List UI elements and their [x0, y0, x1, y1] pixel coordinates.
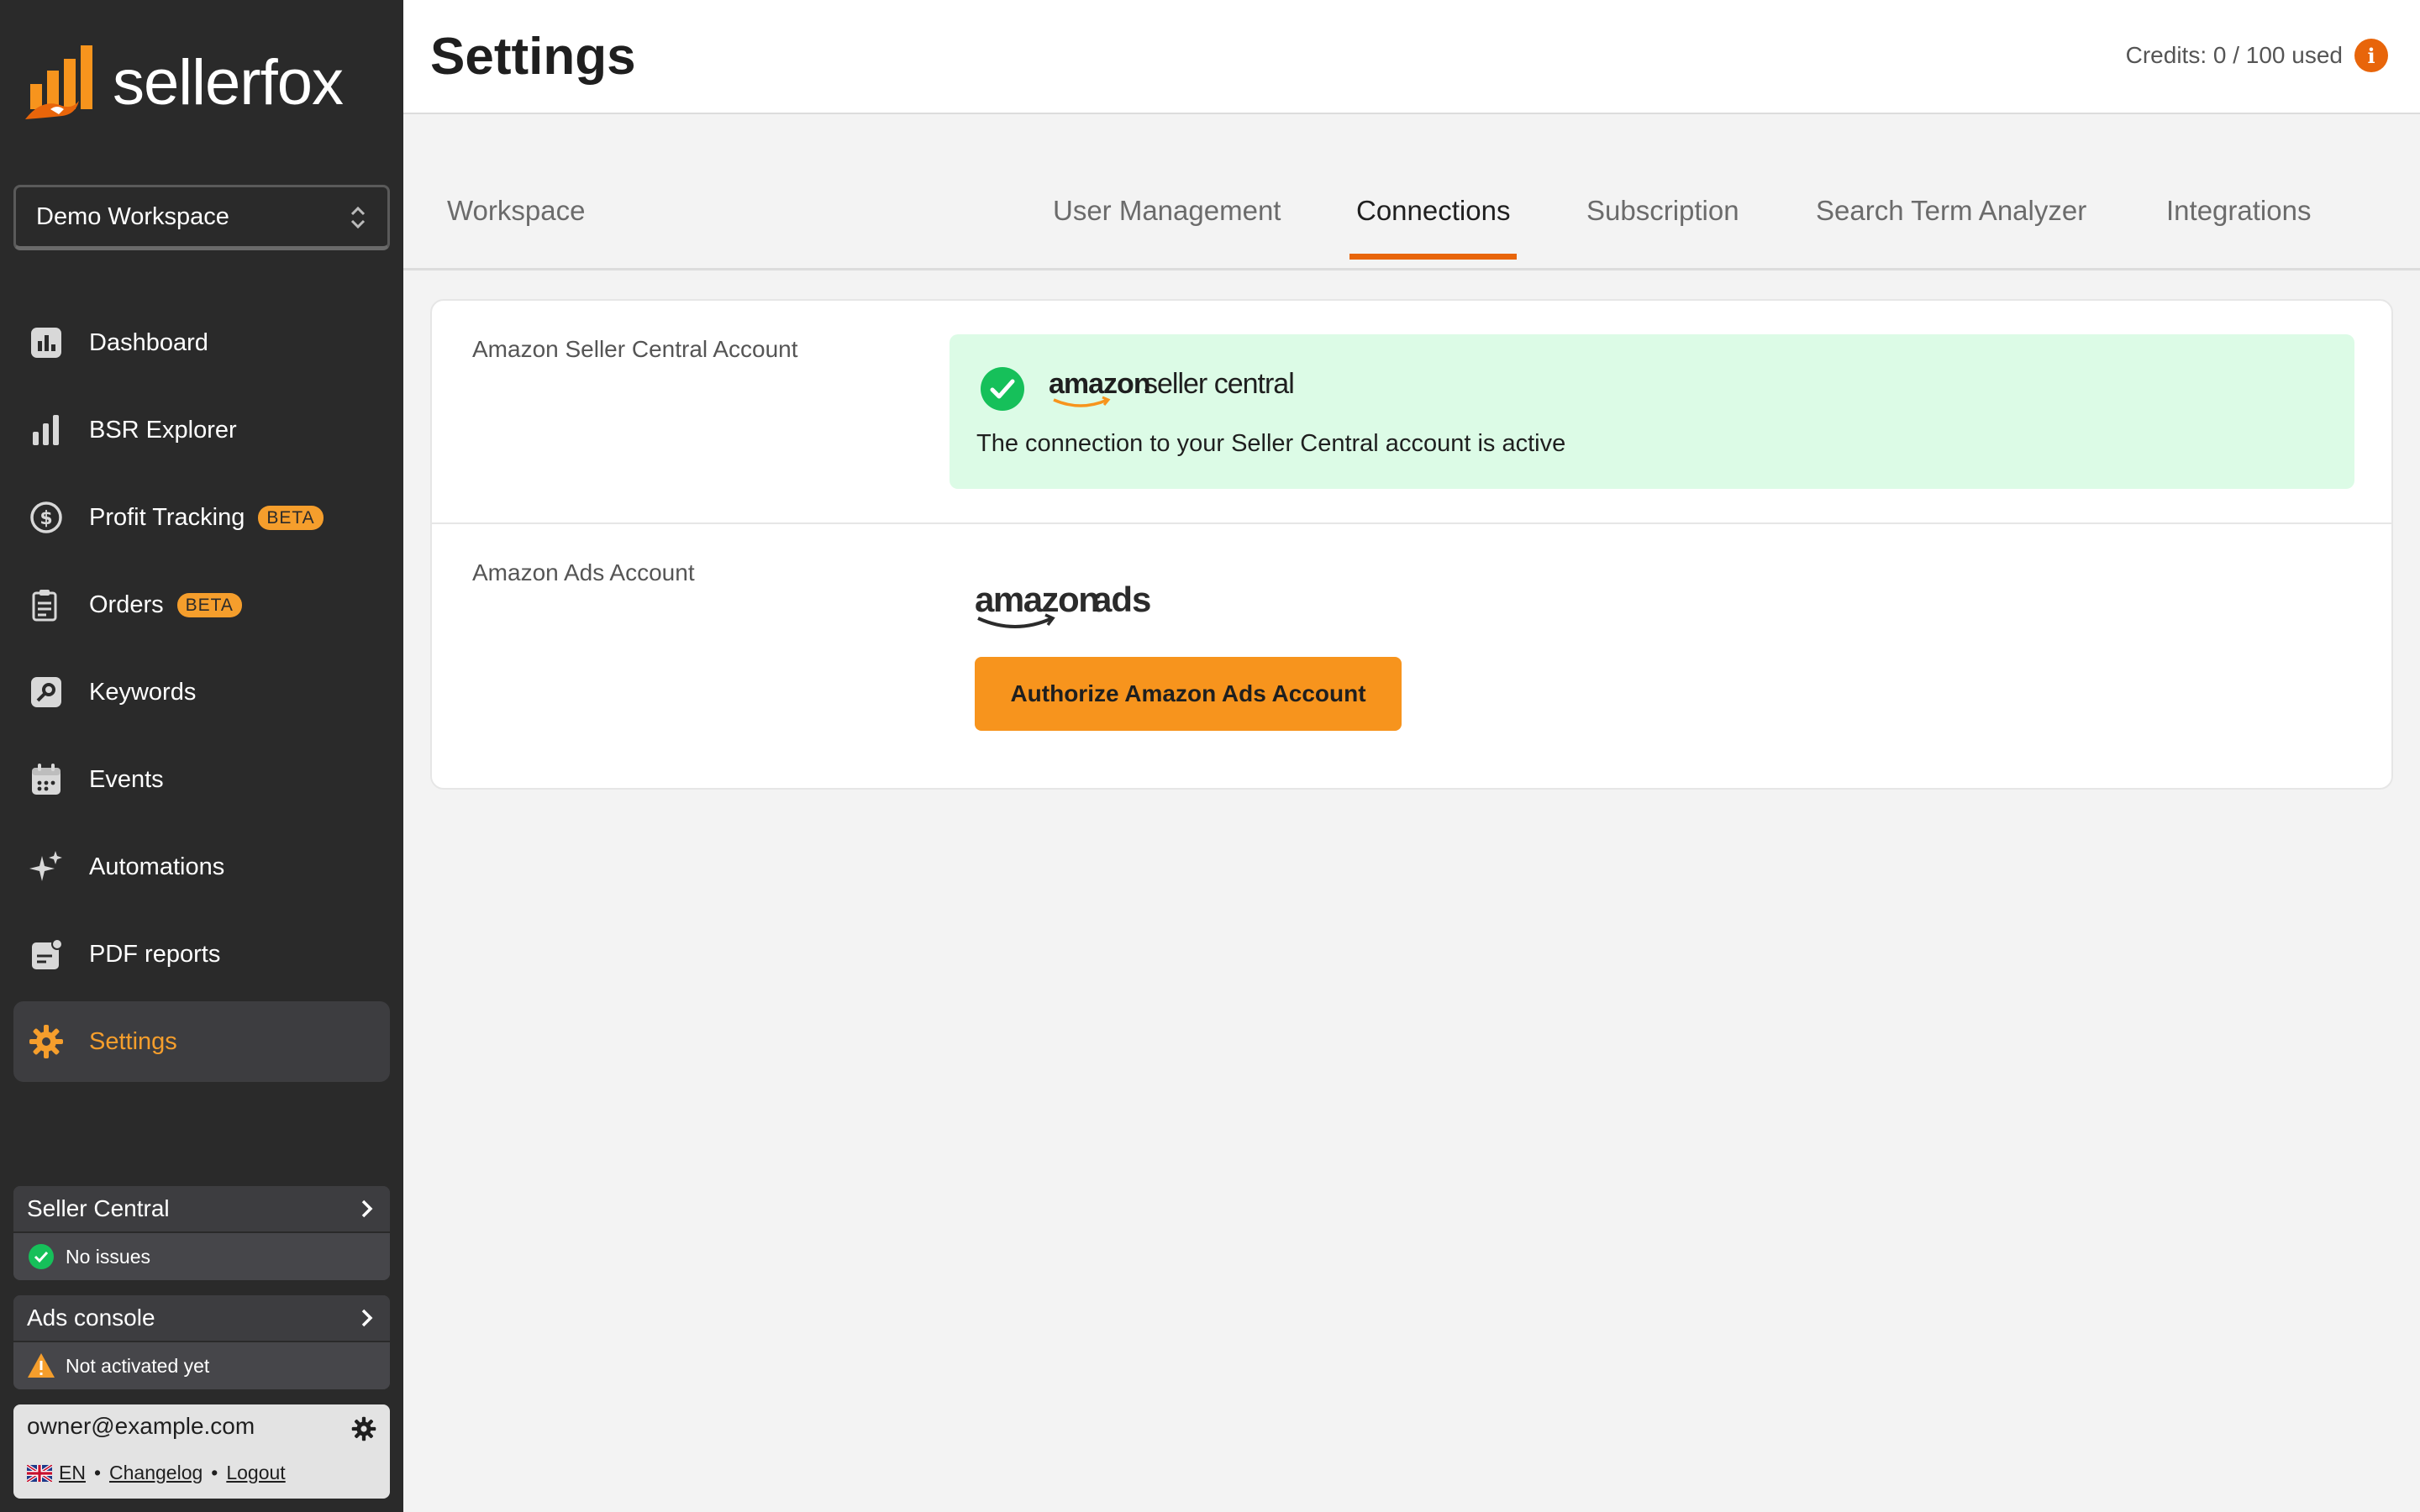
seller-central-label: Amazon Seller Central Account [472, 336, 798, 362]
gear-icon [29, 1024, 64, 1059]
dollar-icon: $ [29, 500, 64, 535]
key-icon [29, 675, 64, 710]
user-email: owner@example.com [27, 1413, 255, 1439]
calendar-icon [29, 762, 64, 797]
sparkles-icon [29, 849, 64, 885]
amazon-seller-central-logo: amazon seller central [1049, 368, 1295, 407]
brand-logo[interactable]: sellerfox [25, 40, 344, 124]
user-card: owner@example.com EN • Changelog • Logou… [13, 1404, 390, 1499]
sidebar-item-label: PDF reports [89, 940, 221, 968]
sidebar-item-label: BSR Explorer [89, 416, 237, 444]
seller-central-status-card: Seller Central No issues [13, 1186, 390, 1280]
seller-central-status-message: The connection to your Seller Central ac… [976, 430, 1566, 457]
settings-tabs: Workspace User Management Connections Su… [403, 168, 2420, 270]
sellerfox-logo-icon [25, 45, 92, 119]
chevron-right-icon [361, 1200, 373, 1218]
row-divider [432, 522, 2391, 524]
warning-icon [28, 1353, 55, 1378]
ads-console-status-card: Ads console Not activated yet [13, 1295, 390, 1389]
seller-central-status-header[interactable]: Seller Central [13, 1186, 390, 1233]
updown-chevron-icon [350, 206, 366, 229]
sidebar-item-label: Settings [89, 1027, 177, 1055]
brand-name: sellerfox [113, 46, 344, 118]
tab-workspace[interactable]: Workspace [440, 195, 592, 252]
logo-amazon-text: amazon [975, 580, 1098, 619]
separator: • [211, 1462, 218, 1483]
language-link[interactable]: EN [59, 1462, 86, 1484]
report-icon [29, 937, 64, 972]
ads-console-status-title: Ads console [27, 1305, 155, 1331]
sidebar-item-label: Orders [89, 591, 164, 618]
ads-console-status-text: Not activated yet [66, 1354, 210, 1377]
credits-indicator: Credits: 0 / 100 used i [2126, 39, 2388, 72]
sidebar-item-bsr-explorer[interactable]: BSR Explorer [13, 390, 390, 470]
bar-chart-icon [29, 412, 64, 448]
changelog-link[interactable]: Changelog [109, 1462, 203, 1484]
check-circle-icon [29, 1244, 54, 1269]
amazon-ads-logo: amazon ads [975, 580, 1151, 628]
beta-badge: BETA [176, 592, 242, 617]
app-root: sellerfox Demo Workspace Dashboard BSR E… [0, 0, 2420, 1512]
authorize-amazon-ads-button[interactable]: Authorize Amazon Ads Account [975, 657, 1402, 731]
tab-integrations[interactable]: Integrations [2160, 195, 2317, 252]
separator: • [93, 1462, 102, 1483]
logout-link[interactable]: Logout [226, 1462, 285, 1484]
dashboard-icon [29, 325, 64, 360]
seller-central-status-body: No issues [13, 1233, 390, 1280]
tab-search-term-analyzer[interactable]: Search Term Analyzer [1809, 195, 2093, 252]
clipboard-icon [29, 587, 64, 622]
workspace-select-value: Demo Workspace [36, 202, 229, 230]
sidebar-item-label: Keywords [89, 678, 197, 706]
sidebar-nav: Dashboard BSR Explorer $ Profit Tracking… [13, 302, 390, 1089]
sidebar: sellerfox Demo Workspace Dashboard BSR E… [0, 0, 403, 1512]
tab-user-management[interactable]: User Management [1046, 195, 1287, 252]
workspace-select[interactable]: Demo Workspace [13, 185, 390, 250]
sidebar-item-label: Automations [89, 853, 225, 880]
tab-subscription[interactable]: Subscription [1580, 195, 1746, 252]
logo-seller-central-text: seller central [1144, 368, 1294, 400]
page-title: Settings [430, 28, 636, 86]
user-links: EN • Changelog • Logout [27, 1462, 286, 1484]
sidebar-item-pdf-reports[interactable]: PDF reports [13, 914, 390, 995]
sidebar-item-dashboard[interactable]: Dashboard [13, 302, 390, 383]
sidebar-item-automations[interactable]: Automations [13, 827, 390, 907]
page-header: Settings Credits: 0 / 100 used i [403, 0, 2420, 114]
sidebar-item-events[interactable]: Events [13, 739, 390, 820]
sidebar-item-label: Profit Tracking [89, 503, 245, 531]
connections-card: Amazon Seller Central Account amazon sel… [430, 299, 2393, 790]
sidebar-item-orders[interactable]: Orders BETA [13, 564, 390, 645]
sidebar-item-label: Events [89, 765, 164, 793]
ads-console-status-body: Not activated yet [13, 1342, 390, 1389]
chevron-right-icon [361, 1309, 373, 1327]
tab-connections[interactable]: Connections [1349, 195, 1518, 260]
seller-central-success-box: amazon seller central The connection to … [950, 334, 2354, 489]
sidebar-item-keywords[interactable]: Keywords [13, 652, 390, 732]
seller-central-status-text: No issues [66, 1245, 150, 1268]
svg-text:$: $ [39, 508, 52, 529]
uk-flag-icon [27, 1464, 52, 1482]
seller-central-status-title: Seller Central [27, 1195, 170, 1221]
user-settings-gear-icon[interactable] [351, 1416, 376, 1441]
info-icon[interactable]: i [2354, 39, 2388, 72]
logo-ads-text: ads [1092, 580, 1150, 619]
check-circle-icon [981, 367, 1024, 411]
credits-text: Credits: 0 / 100 used [2125, 42, 2343, 68]
sidebar-item-label: Dashboard [89, 328, 208, 356]
sidebar-item-profit-tracking[interactable]: $ Profit Tracking BETA [13, 477, 390, 558]
logo-amazon-text: amazon [1049, 368, 1150, 400]
sidebar-item-settings[interactable]: Settings [13, 1001, 390, 1082]
ads-console-status-header[interactable]: Ads console [13, 1295, 390, 1342]
beta-badge: BETA [258, 505, 324, 530]
ads-account-label: Amazon Ads Account [472, 559, 695, 585]
